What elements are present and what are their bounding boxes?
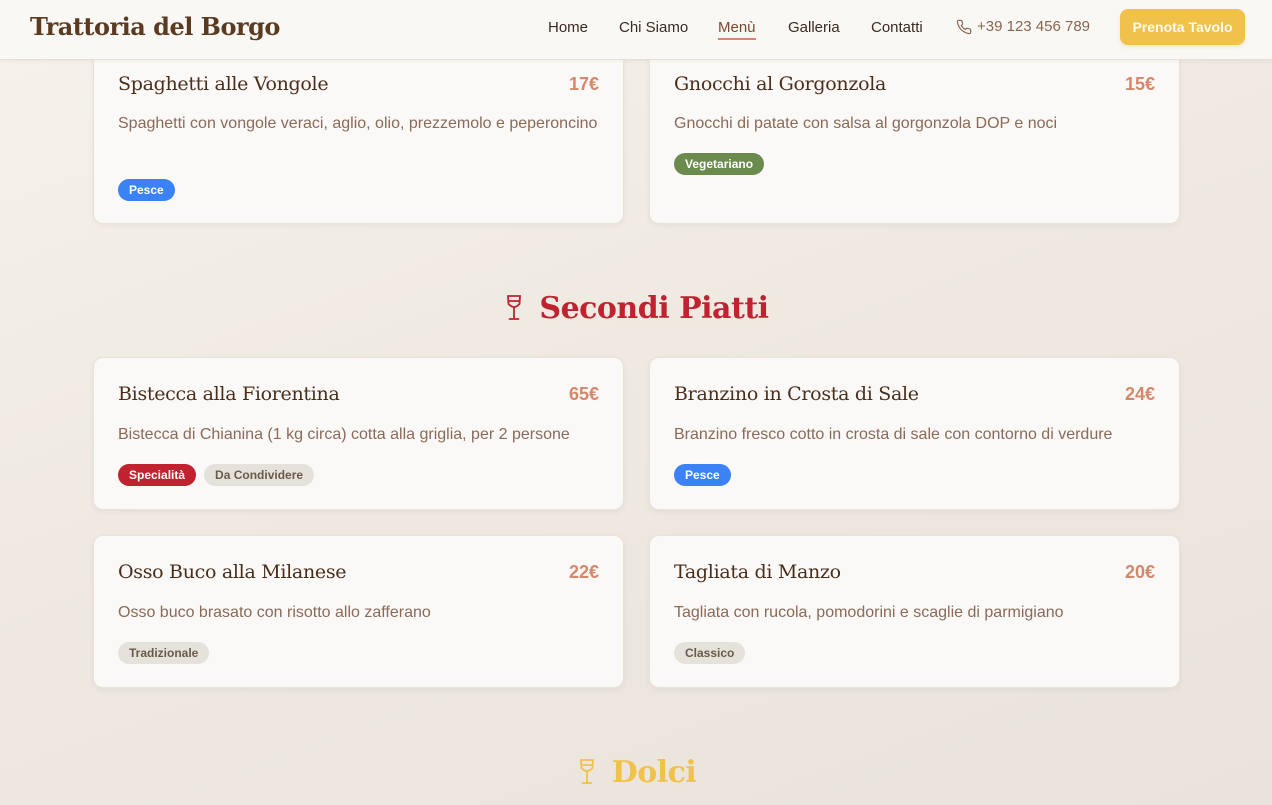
dish-description: Spaghetti con vongole veraci, aglio, oli… <box>118 115 598 132</box>
dish-description: Branzino fresco cotto in crosta di sale … <box>674 426 1113 443</box>
dish-price: 15€ <box>1124 74 1155 94</box>
tag-list: Classico <box>674 642 746 664</box>
tag-badge: Vegetariano <box>674 153 765 175</box>
tag-badge: Pesce <box>674 464 731 486</box>
nav-home[interactable]: Home <box>548 19 588 36</box>
tag-badge: Classico <box>674 642 746 664</box>
phone-number: +39 123 456 789 <box>977 18 1091 35</box>
nav-galleria[interactable]: Galleria <box>788 19 840 36</box>
menu-card: Bistecca alla Fiorentina 65€ Bistecca di… <box>93 357 624 510</box>
menu-card: Spaghetti alle Vongole 17€ Spaghetti con… <box>93 36 624 224</box>
menu-card: Gnocchi al Gorgonzola 15€ Gnocchi di pat… <box>649 36 1180 224</box>
dish-description: Bistecca di Chianina (1 kg circa) cotta … <box>118 426 570 443</box>
nav-menu[interactable]: Menù <box>718 19 756 40</box>
dish-title: Spaghetti alle Vongole <box>118 73 329 95</box>
dish-description: Gnocchi di patate con salsa al gorgonzol… <box>674 115 1058 132</box>
tag-list: Tradizionale <box>118 642 210 664</box>
dish-price: 24€ <box>1124 384 1155 404</box>
book-table-button[interactable]: Prenota Tavolo <box>1120 9 1245 45</box>
tag-badge: Pesce <box>118 179 175 201</box>
tag-list: Specialità Da Condividere <box>118 464 315 486</box>
menu-card: Osso Buco alla Milanese 22€ Osso buco br… <box>93 535 624 688</box>
dish-description: Tagliata con rucola, pomodorini e scagli… <box>674 604 1064 621</box>
menu-card: Tagliata di Manzo 20€ Tagliata con rucol… <box>649 535 1180 688</box>
site-header: Trattoria del Borgo Home Chi Siamo Menù … <box>0 0 1272 60</box>
dish-title: Osso Buco alla Milanese <box>118 561 347 583</box>
menu-card: Branzino in Crosta di Sale 24€ Branzino … <box>649 357 1180 510</box>
nav-contatti[interactable]: Contatti <box>871 19 923 36</box>
wine-glass-icon <box>507 295 522 320</box>
brand-logo[interactable]: Trattoria del Borgo <box>30 12 280 41</box>
section-title: Dolci <box>611 754 697 790</box>
tag-badge: Specialità <box>118 464 197 486</box>
dish-price: 17€ <box>568 74 599 94</box>
dish-price: 22€ <box>568 562 599 582</box>
dish-title: Gnocchi al Gorgonzola <box>674 73 887 95</box>
tag-badge: Da Condividere <box>204 464 315 486</box>
dish-title: Tagliata di Manzo <box>674 561 841 583</box>
dish-price: 65€ <box>568 384 599 404</box>
phone-icon <box>956 19 972 34</box>
section-heading-secondi: Secondi Piatti <box>0 290 1272 326</box>
dish-description: Osso buco brasato con risotto allo zaffe… <box>118 604 431 621</box>
section-heading-dolci: Dolci <box>0 754 1272 790</box>
dish-title: Bistecca alla Fiorentina <box>118 383 340 405</box>
dish-price: 20€ <box>1124 562 1155 582</box>
dish-title: Branzino in Crosta di Sale <box>674 383 919 405</box>
wine-glass-icon <box>579 759 594 784</box>
nav-chi-siamo[interactable]: Chi Siamo <box>619 19 688 36</box>
section-title: Secondi Piatti <box>539 290 769 326</box>
tag-list: Vegetariano <box>674 153 765 175</box>
tag-list: Pesce <box>118 179 175 201</box>
tag-badge: Tradizionale <box>118 642 210 664</box>
phone-link[interactable]: +39 123 456 789 <box>956 18 1090 35</box>
tag-list: Pesce <box>674 464 731 486</box>
